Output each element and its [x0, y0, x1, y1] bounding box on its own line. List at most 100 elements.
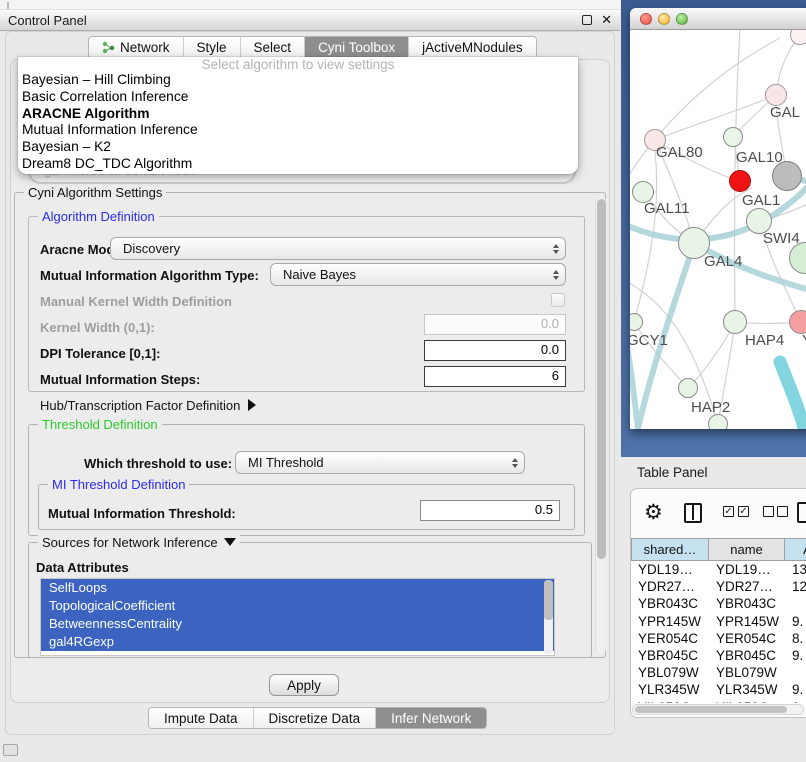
mi-type-combo[interactable]: Naive Bayes — [270, 263, 566, 286]
table-row[interactable]: YBL079WYBL079W — [631, 664, 806, 681]
column-header-shared[interactable]: shared… — [631, 538, 709, 561]
mi-steps-field[interactable]: 6 — [424, 366, 566, 387]
algorithm-item-basic-correlation-inference[interactable]: Basic Correlation Inference — [18, 89, 578, 106]
which-threshold-value: MI Threshold — [248, 455, 512, 470]
table-cell: YBL079W — [709, 664, 785, 681]
algorithm-item-bayesian-hill-climbing[interactable]: Bayesian – Hill Climbing — [18, 72, 578, 89]
cyni-settings-title: Cyni Algorithm Settings — [24, 185, 166, 200]
unchecked-box-icon[interactable] — [777, 506, 788, 517]
table-panel-title: Table Panel — [637, 465, 708, 480]
table-hscrollbar[interactable] — [632, 704, 804, 715]
table-toolbar: ⚙ ✓ ✓ — [630, 500, 806, 530]
table-cell: YLR345W — [631, 681, 709, 698]
table-row[interactable]: YLR345WYLR345W9. — [631, 681, 806, 698]
attributes-scrollbar-thumb[interactable] — [544, 580, 553, 620]
tab-style[interactable]: Style — [184, 37, 241, 58]
tab-cyni-toolbox[interactable]: Cyni Toolbox — [305, 37, 409, 58]
node[interactable] — [708, 414, 728, 429]
settings-scrollbar[interactable] — [595, 196, 606, 654]
settings-scrollbar-thumb[interactable] — [597, 199, 606, 559]
network-canvas[interactable]: GALGAL80GAL10GAL1GAL11SWI4GAL4HAP4YGCY1H… — [630, 30, 806, 429]
algorithm-dropdown-placeholder: Select algorithm to view settings — [18, 57, 578, 72]
minimized-panel-icon[interactable] — [3, 744, 18, 756]
close-window-icon[interactable] — [640, 13, 652, 25]
column-header-a[interactable]: A — [785, 538, 806, 561]
table-row[interactable]: YDL19…YDL19…13 — [631, 561, 806, 578]
data-attributes-list: SelfLoopsTopologicalCoefficientBetweenne… — [40, 578, 555, 656]
node[interactable] — [772, 161, 802, 191]
node-label-gal4: GAL4 — [704, 253, 742, 270]
hub-definition-toggle[interactable]: Hub/Transcription Factor Definition — [40, 398, 256, 413]
bottom-tab-discretize-data[interactable]: Discretize Data — [254, 708, 377, 728]
node-label-hap2: HAP2 — [691, 399, 730, 416]
checked-box-icon[interactable]: ✓ — [723, 506, 734, 517]
gear-icon[interactable]: ⚙ — [644, 500, 663, 526]
zoom-window-icon[interactable] — [676, 13, 688, 25]
tab-label: Cyni Toolbox — [318, 40, 395, 55]
table-row[interactable]: YBR045CYBR045C9. — [631, 647, 806, 664]
aracne-mode-combo[interactable]: Discovery — [110, 237, 566, 260]
screen: Control Panel ✕ NetworkStyleSelectCyni T… — [0, 0, 806, 762]
manual-kernel-label: Manual Kernel Width Definition — [40, 294, 232, 309]
node-gal10[interactable] — [723, 127, 743, 147]
kernel-width-field[interactable]: 0.0 — [424, 314, 566, 335]
dpi-tolerance-field[interactable]: 0.0 — [424, 340, 566, 361]
table-row[interactable]: YPR145WYPR145W9. — [631, 613, 806, 630]
bottom-tab-infer-network[interactable]: Infer Network — [376, 708, 486, 728]
node-gal[interactable] — [765, 84, 787, 106]
table-row[interactable]: YER054CYER054C8. — [631, 630, 806, 647]
attribute-item-gal4rgexp[interactable]: gal4RGexp — [41, 633, 554, 651]
minimize-window-icon[interactable] — [658, 13, 670, 25]
algorithm-item-mutual-information-inference[interactable]: Mutual Information Inference — [18, 122, 578, 139]
algorithm-definition-title: Algorithm Definition — [38, 209, 159, 224]
apply-button[interactable]: Apply — [269, 674, 339, 696]
table-cell: YER054C — [709, 630, 785, 647]
tab-select[interactable]: Select — [241, 37, 306, 58]
close-panel-icon[interactable]: ✕ — [601, 15, 612, 25]
window-notch — [7, 2, 9, 9]
sources-title[interactable]: Sources for Network Inference — [38, 535, 240, 550]
manual-kernel-checkbox[interactable] — [551, 293, 565, 307]
node-hap2[interactable] — [678, 378, 698, 398]
table-row[interactable]: YDR27…YDR27…12 — [631, 578, 806, 595]
kernel-width-label: Kernel Width (0,1): — [40, 320, 155, 335]
mi-type-value: Naive Bayes — [283, 267, 553, 282]
tab-network[interactable]: Network — [89, 37, 184, 58]
mi-threshold-field[interactable]: 0.5 — [420, 500, 560, 521]
combo-spinner-icon — [512, 458, 518, 468]
collapsed-arrow-icon[interactable] — [248, 399, 256, 411]
tab-jactivemnodules[interactable]: jActiveMNodules — [409, 37, 536, 58]
table-cell: 13 — [785, 561, 806, 578]
table-row[interactable]: YIL052CYIL052C9. — [631, 699, 806, 704]
which-threshold-combo[interactable]: MI Threshold — [235, 451, 525, 474]
expanded-arrow-icon[interactable] — [224, 538, 236, 546]
attribute-item-betweennesscentrality[interactable]: BetweennessCentrality — [41, 615, 554, 633]
unchecked-box-icon[interactable] — [763, 506, 774, 517]
attribute-item-selfloops[interactable]: SelfLoops — [41, 579, 554, 597]
combo-spinner-icon — [553, 270, 559, 280]
float-panel-icon[interactable] — [582, 15, 592, 25]
table-hscrollbar-thumb[interactable] — [635, 706, 787, 713]
attributes-scrollbar[interactable] — [544, 580, 553, 654]
checked-box-icon[interactable]: ✓ — [738, 506, 749, 517]
table-cell: 9. — [785, 699, 806, 704]
node[interactable] — [729, 170, 751, 192]
network-window-titlebar[interactable] — [630, 8, 806, 30]
table-cell: YIL052C — [709, 699, 785, 704]
node-label-gal11: GAL11 — [644, 200, 690, 217]
which-threshold-label: Which threshold to use: — [84, 456, 232, 471]
column-header-name[interactable]: name — [709, 538, 785, 561]
algorithm-item-dream8-dc-tdc-algorithm[interactable]: Dream8 DC_TDC Algorithm — [18, 156, 578, 173]
table-cell: YPR145W — [709, 613, 785, 630]
document-icon[interactable] — [797, 502, 806, 523]
algorithm-item-bayesian-k2[interactable]: Bayesian – K2 — [18, 139, 578, 156]
algorithm-item-aracne-algorithm[interactable]: ARACNE Algorithm — [18, 106, 578, 123]
table-cell: YDL19… — [631, 561, 709, 578]
hub-definition-label: Hub/Transcription Factor Definition — [40, 398, 240, 413]
node-y[interactable] — [789, 310, 806, 334]
bottom-tab-impute-data[interactable]: Impute Data — [149, 708, 254, 728]
attribute-item-topologicalcoefficient[interactable]: TopologicalCoefficient — [41, 597, 554, 615]
split-columns-icon[interactable] — [684, 503, 702, 523]
node-hap4[interactable] — [723, 310, 747, 334]
table-row[interactable]: YBR043CYBR043C — [631, 595, 806, 612]
